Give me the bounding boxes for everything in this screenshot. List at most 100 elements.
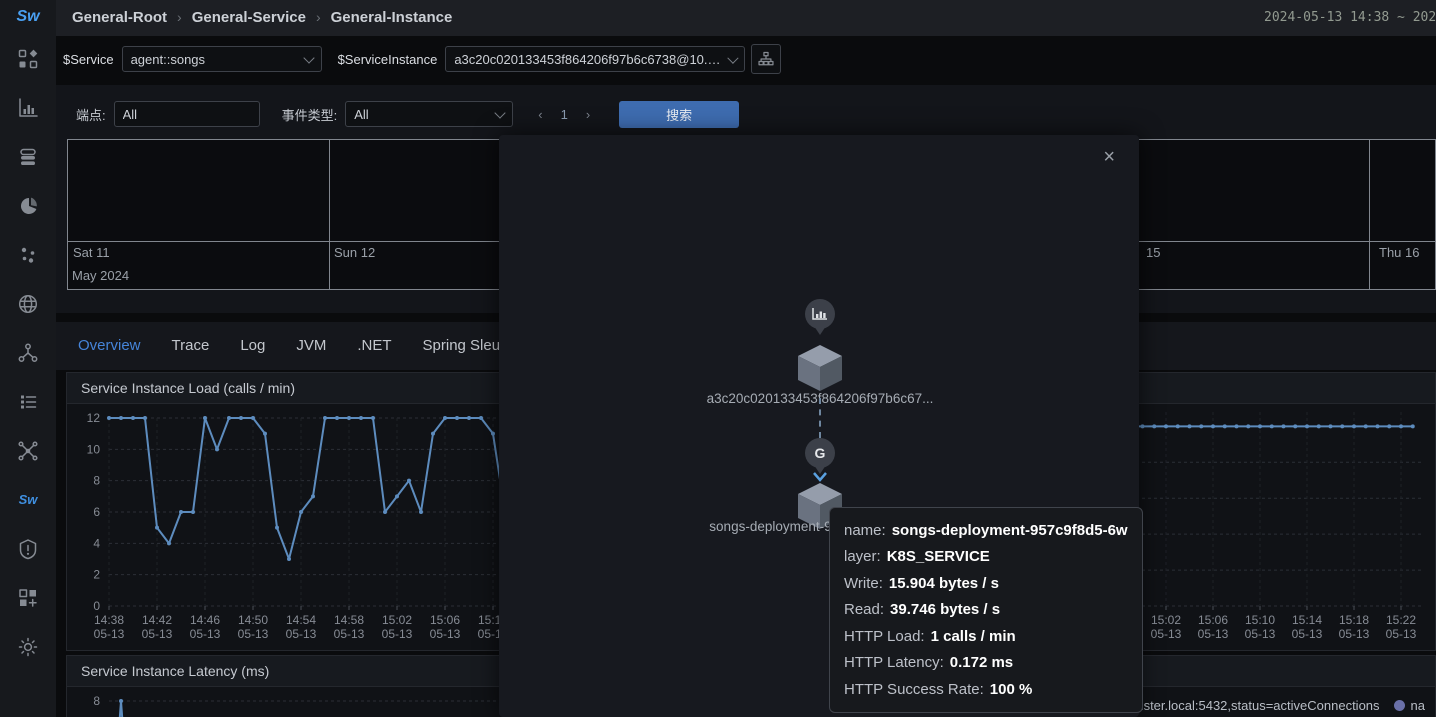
svg-text:15:02: 15:02 — [382, 613, 412, 627]
tooltip-row: HTTP Latency: 0.172 ms — [844, 650, 1128, 677]
prev-page-button[interactable]: ‹ — [538, 107, 542, 122]
instance-topology-modal: × a3c20c020133453f864206f97b6c67... G — [499, 135, 1139, 717]
chevron-down-icon — [727, 52, 738, 63]
tooltip-metric-value: 0.172 ms — [950, 654, 1013, 671]
sidebar-item-metrics[interactable] — [0, 83, 56, 132]
page-number: 1 — [561, 107, 568, 122]
svg-text:05-13: 05-13 — [190, 627, 221, 641]
svg-text:15:22: 15:22 — [1386, 613, 1416, 627]
tooltip-metric-value: 39.746 bytes / s — [890, 601, 1000, 618]
timeline-day-label: Thu 16 — [1379, 245, 1419, 260]
topology-icon — [17, 342, 39, 364]
sidebar-item-browser[interactable] — [0, 279, 56, 328]
svg-text:05-13: 05-13 — [1151, 627, 1182, 641]
sidebar-item-settings[interactable] — [0, 622, 56, 671]
sidebar-item-database[interactable] — [0, 132, 56, 181]
svg-text:15:18: 15:18 — [1339, 613, 1369, 627]
selector-bar: $Service agent::songs $ServiceInstance a… — [56, 37, 1436, 81]
tab-log[interactable]: Log — [240, 322, 265, 370]
sidebar-item-events[interactable] — [0, 377, 56, 426]
event-type-value: All — [354, 107, 368, 122]
tooltip-metric-value: 100 % — [990, 681, 1033, 698]
network-icon — [17, 440, 39, 462]
svg-text:14:38: 14:38 — [94, 613, 124, 627]
close-icon[interactable]: × — [1103, 147, 1115, 167]
svg-text:05-13: 05-13 — [1339, 627, 1370, 641]
service-value: agent::songs — [131, 52, 205, 67]
svg-text:05-13: 05-13 — [238, 627, 269, 641]
pie-chart-icon — [17, 195, 39, 217]
dashboard-icon — [17, 48, 39, 70]
instance-select[interactable]: a3c20c020133453f864206f97b6c6738@10.116.… — [445, 46, 745, 72]
bar-chart-icon — [812, 307, 828, 321]
sidebar-item-service-mesh[interactable] — [0, 426, 56, 475]
sidebar-item-dashboard[interactable] — [0, 34, 56, 83]
sidebar-item-skywalking[interactable]: Sw — [0, 475, 56, 524]
svg-text:14:42: 14:42 — [142, 613, 172, 627]
sidebar-item-new-dashboard[interactable] — [0, 573, 56, 622]
timeline-gridline — [1369, 140, 1370, 289]
timeline-day-label: Sun 12 — [334, 245, 375, 260]
tooltip-metric-label: Read: — [844, 601, 884, 618]
svg-text:05-13: 05-13 — [1198, 627, 1229, 641]
instance-cube-icon[interactable] — [798, 345, 842, 391]
svg-text:14:58: 14:58 — [334, 613, 364, 627]
timeline-day-label: Sat 11 — [73, 245, 110, 260]
service-select[interactable]: agent::songs — [122, 46, 322, 72]
endpoint-label: 端点: — [76, 105, 106, 124]
tooltip-metric-label: HTTP Success Rate: — [844, 681, 984, 698]
tooltip-metric-value: K8S_SERVICE — [887, 548, 990, 565]
tab-trace[interactable]: Trace — [172, 322, 210, 370]
legend-series-label[interactable]: na — [1411, 698, 1425, 713]
svg-text:05-13: 05-13 — [430, 627, 461, 641]
skywalking-logo[interactable]: Sw — [16, 0, 39, 34]
service-node-pin[interactable]: G — [805, 438, 835, 468]
database-icon — [17, 146, 39, 168]
sidebar-item-infrastructure[interactable] — [0, 181, 56, 230]
timeline-month-label: May 2024 — [72, 268, 129, 283]
tooltip-metric-label: HTTP Latency: — [844, 654, 944, 671]
svg-text:8: 8 — [93, 474, 100, 488]
breadcrumb-item[interactable]: General-Root — [72, 9, 167, 26]
tab-jvm[interactable]: JVM — [296, 322, 326, 370]
skywalking-mini-logo: Sw — [19, 492, 38, 507]
sidebar-item-sampling[interactable] — [0, 230, 56, 279]
tooltip-metric-value: songs-deployment-957c9f8d5-6wz26 — [892, 522, 1128, 539]
svg-text:05-13: 05-13 — [94, 627, 125, 641]
sidebar-item-alerting[interactable] — [0, 524, 56, 573]
tooltip-row: HTTP Load:1 calls / min — [844, 623, 1128, 650]
breadcrumb-item[interactable]: General-Service — [192, 9, 306, 26]
event-controls: 端点: 事件类型: All ‹ 1 › 搜索 — [56, 85, 1436, 129]
sidebar-item-topology[interactable] — [0, 328, 56, 377]
search-button[interactable]: 搜索 — [619, 101, 739, 128]
instance-topology-button[interactable] — [751, 44, 781, 74]
tooltip-row: HTTP Success Rate: 100 % — [844, 676, 1128, 703]
svg-text:15:06: 15:06 — [1198, 613, 1228, 627]
svg-text:05-13: 05-13 — [142, 627, 173, 641]
next-page-button[interactable]: › — [586, 107, 590, 122]
tooltip-row: Read: 39.746 bytes / s — [844, 597, 1128, 624]
tab-overview[interactable]: Overview — [78, 322, 141, 370]
svg-text:14:46: 14:46 — [190, 613, 220, 627]
globe-icon — [17, 293, 39, 315]
event-type-select[interactable]: All — [345, 101, 513, 127]
pagination: ‹ 1 › — [529, 107, 599, 122]
svg-text:15:06: 15:06 — [430, 613, 460, 627]
endpoint-input[interactable] — [114, 101, 260, 127]
bar-chart-icon — [17, 97, 39, 119]
chevron-down-icon — [303, 52, 314, 63]
time-range-picker[interactable]: 2024-05-13 14:38 ~ 2024-05-13 — [1264, 10, 1436, 25]
svg-text:2: 2 — [93, 568, 100, 582]
timeline-gridline — [329, 140, 330, 289]
breadcrumb-item[interactable]: General-Instance — [331, 9, 453, 26]
service-label: $Service — [63, 52, 114, 67]
arrow-down-icon — [812, 471, 828, 482]
g-logo-icon: G — [815, 445, 826, 461]
timeline-day-label: 15 — [1146, 245, 1160, 260]
instance-node-pin[interactable] — [805, 299, 835, 329]
legend-series-label[interactable]: vc.cluster.local:5432,status=activeConne… — [1110, 698, 1379, 713]
tab--net[interactable]: .NET — [357, 322, 391, 370]
svg-text:14:54: 14:54 — [286, 613, 316, 627]
tooltip-metric-label: name: — [844, 522, 886, 539]
chart-legend: vc.cluster.local:5432,status=activeConne… — [1110, 698, 1425, 713]
